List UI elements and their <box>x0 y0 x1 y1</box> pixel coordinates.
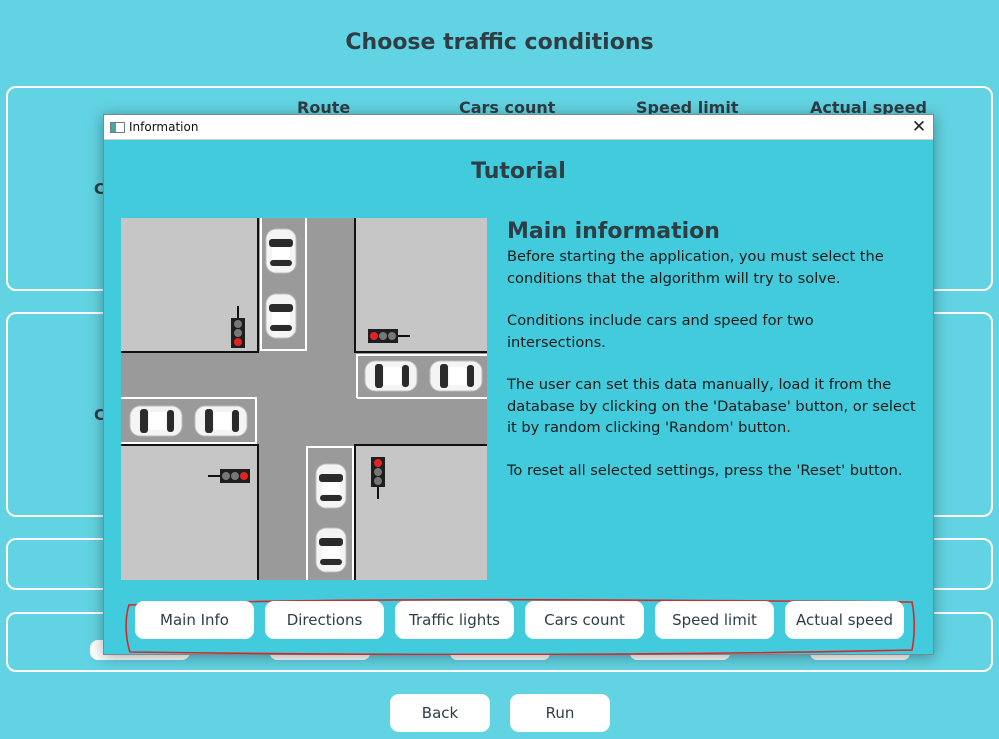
car-icon <box>129 405 183 437</box>
app-icon <box>110 122 125 133</box>
info-paragraph: To reset all selected settings, press th… <box>507 461 903 479</box>
tab-main-info[interactable]: Main Info <box>135 601 254 639</box>
tab-speed-limit[interactable]: Speed limit <box>655 601 774 639</box>
close-icon[interactable]: ✕ <box>905 115 933 140</box>
info-paragraph: Before starting the application, you mus… <box>507 248 884 287</box>
car-icon <box>315 527 347 573</box>
car-icon <box>265 293 297 339</box>
info-heading: Main information <box>507 219 720 244</box>
tutorial-title: Tutorial <box>471 159 566 184</box>
car-icon <box>194 405 248 437</box>
window-title: Information <box>129 120 199 134</box>
car-icon <box>315 463 347 509</box>
car-icon <box>429 360 483 392</box>
information-dialog: Information ✕ Tutorial Main information … <box>103 114 934 655</box>
tutorial-tabs: Main Info Directions Traffic lights Cars… <box>124 597 916 655</box>
background-title: Choose traffic conditions <box>345 30 654 55</box>
dialog-titlebar: Information ✕ <box>104 115 933 140</box>
info-block: Main information Before starting the app… <box>507 219 917 502</box>
tab-cars-count[interactable]: Cars count <box>525 601 644 639</box>
run-button[interactable]: Run <box>510 694 610 732</box>
info-paragraph: The user can set this data manually, loa… <box>507 376 916 436</box>
car-icon <box>364 360 418 392</box>
back-button[interactable]: Back <box>390 694 490 732</box>
tab-directions[interactable]: Directions <box>265 601 384 639</box>
info-paragraph: Conditions include cars and speed for tw… <box>507 312 814 351</box>
car-icon <box>265 228 297 274</box>
intersection-illustration <box>121 218 487 580</box>
tab-actual-speed[interactable]: Actual speed <box>785 601 904 639</box>
tab-traffic-lights[interactable]: Traffic lights <box>395 601 514 639</box>
